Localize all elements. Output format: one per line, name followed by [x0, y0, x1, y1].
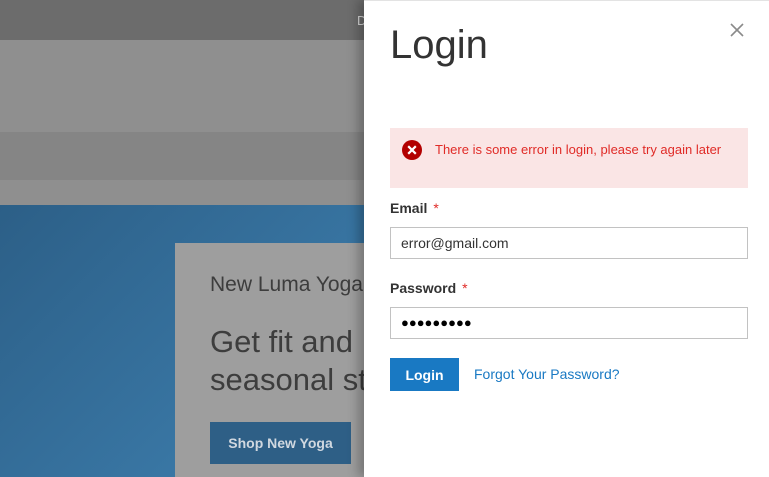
password-required-mark: *: [462, 280, 468, 296]
close-icon: [730, 23, 744, 37]
email-label-text: Email: [390, 200, 428, 216]
hero-title-line-2: seasonal st: [210, 362, 367, 397]
password-label: Password *: [390, 280, 468, 296]
forgot-password-link[interactable]: Forgot Your Password?: [474, 366, 620, 382]
close-button[interactable]: [726, 19, 748, 41]
shop-new-yoga-button[interactable]: Shop New Yoga: [210, 422, 351, 464]
email-field[interactable]: [390, 227, 748, 259]
password-field[interactable]: ●●●●●●●●●: [390, 307, 748, 339]
login-button[interactable]: Login: [390, 358, 459, 391]
hero-subtitle: New Luma Yoga: [210, 273, 363, 296]
hero-title-line-1: Get fit and: [210, 324, 354, 359]
password-masked-value: ●●●●●●●●●: [401, 315, 472, 330]
modal-title: Login: [390, 23, 488, 67]
hero-title: Get fit and seasonal st: [210, 323, 367, 399]
error-message-text: There is some error in login, please try…: [435, 142, 722, 157]
error-circle-icon: [402, 140, 422, 160]
error-message-box: There is some error in login, please try…: [390, 128, 748, 188]
email-required-mark: *: [433, 200, 439, 216]
email-label: Email *: [390, 200, 439, 216]
password-label-text: Password: [390, 280, 457, 296]
login-modal: Login There is some error in login, plea…: [364, 0, 769, 477]
